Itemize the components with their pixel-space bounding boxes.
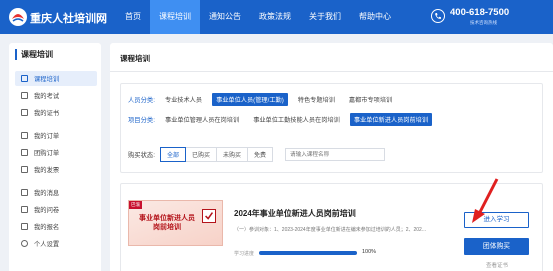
sidebar-item-personal-settings[interactable]: 个人设置 (15, 236, 97, 251)
tab-not-purchased[interactable]: 未购买 (215, 147, 248, 162)
sidebar-item-label: 我的订单 (34, 133, 60, 140)
thumbnail-text: 事业单位新进人员 岗前培训 (137, 214, 197, 232)
invoice-icon (21, 166, 28, 173)
annotation-arrow-icon (472, 178, 499, 223)
nav-home[interactable]: 首页 (116, 0, 150, 34)
sidebar-item-my-messages[interactable]: 我的消息 (15, 185, 97, 200)
status-filter-row: 购买状态: 全部 已购买 未购买 免费 (128, 147, 385, 162)
main-panel: 课程培训 人员分类: 专业技术人员 事业单位人员(管理/工勤) 特色专题培训 嘉… (110, 43, 553, 271)
sidebar-item-label: 课程培训 (34, 76, 60, 83)
filter-option-public-institution[interactable]: 事业单位人员(管理/工勤) (212, 93, 288, 106)
hotline-label: 技术咨询热线 (470, 20, 497, 25)
sidebar-item-my-certificates[interactable]: 我的证书 (15, 105, 97, 120)
site-brand[interactable]: 重庆人社培训网 (30, 10, 107, 26)
group-purchase-button[interactable]: 团体购买 (464, 238, 529, 255)
course-thumbnail[interactable]: 巴渝 事业单位新进人员 岗前培训 (128, 200, 223, 246)
sidebar-item-label: 我的考试 (34, 93, 60, 100)
course-title[interactable]: 2024年事业单位新进人员岗前培训 (234, 208, 356, 219)
filter-option-worker-training[interactable]: 事业单位工勤技能人员在岗培训 (249, 113, 344, 126)
page-title: 课程培训 (120, 54, 150, 63)
tab-all[interactable]: 全部 (159, 147, 186, 162)
personnel-filter-label: 人员分类: (128, 97, 155, 104)
progress-percent: 100% (362, 249, 377, 255)
course-description: （一）参训对象：1、2023-2024年度事业单位新进在编未参加过培训的人员；2… (234, 227, 426, 233)
filter-option-professional[interactable]: 专业技术人员 (161, 93, 206, 106)
thumbnail-line-2: 岗前培训 (153, 223, 181, 231)
sidebar-item-label: 我的问卷 (34, 207, 60, 214)
nav-policies[interactable]: 政策法规 (250, 0, 300, 34)
thumbnail-badge: 巴渝 (129, 201, 142, 209)
progress-bar (259, 251, 357, 255)
sidebar-item-label: 我的发票 (34, 167, 60, 174)
progress-fill (259, 251, 357, 255)
sidebar-item-course-training[interactable]: 课程培训 (15, 71, 97, 86)
status-filter-label: 购买状态: (128, 152, 155, 159)
logo-icon (9, 8, 27, 26)
thumbnail-line-1: 事业单位新进人员 (139, 214, 195, 222)
status-tabs: 全部 已购买 未购买 免费 (159, 147, 273, 162)
nav-help[interactable]: 帮助中心 (350, 0, 400, 34)
signup-icon (21, 223, 28, 230)
exam-icon (21, 92, 28, 99)
phone-icon (431, 9, 445, 23)
nav-about[interactable]: 关于我们 (300, 0, 350, 34)
sidebar-item-label: 团购订单 (34, 150, 60, 157)
filter-panel: 人员分类: 专业技术人员 事业单位人员(管理/工勤) 特色专题培训 嘉都市专项培… (120, 83, 543, 173)
sidebar-title: 课程培训 (15, 49, 53, 60)
sidebar-item-my-signups[interactable]: 我的报名 (15, 219, 97, 234)
sidebar-item-group-orders[interactable]: 团购订单 (15, 145, 97, 160)
sidebar-item-label: 我的消息 (34, 190, 60, 197)
filter-option-management-training[interactable]: 事业单位管理人员在岗培训 (161, 113, 243, 126)
top-navigation-bar: 重庆人社培训网 首页 课程培训 通知公告 政策法规 关于我们 帮助中心 400-… (0, 0, 553, 34)
checkbox-emblem-icon (202, 209, 216, 223)
main-nav: 首页 课程培训 通知公告 政策法规 关于我们 帮助中心 (116, 0, 400, 34)
personnel-filter-row: 人员分类: 专业技术人员 事业单位人员(管理/工勤) 特色专题培训 嘉都市专项培… (128, 93, 402, 106)
hotline-number: 400-618-7500 (450, 7, 510, 18)
group-order-icon (21, 149, 28, 156)
message-icon (21, 189, 28, 196)
monitor-icon (21, 75, 28, 82)
sidebar-item-my-surveys[interactable]: 我的问卷 (15, 202, 97, 217)
filter-option-city-special[interactable]: 嘉都市专项培训 (345, 93, 396, 106)
project-filter-label: 项目分类: (128, 117, 155, 124)
user-settings-icon (21, 240, 28, 247)
filter-option-special-topic[interactable]: 特色专题培训 (294, 93, 339, 106)
tab-purchased[interactable]: 已购买 (184, 147, 217, 162)
nav-course-training[interactable]: 课程培训 (150, 0, 200, 34)
sidebar: 课程培训 课程培训 我的考试 我的证书 我的订单 团购订单 我的发票 我的消息 … (9, 43, 101, 271)
course-search-input[interactable] (285, 148, 385, 161)
survey-icon (21, 206, 28, 213)
sidebar-item-my-invoices[interactable]: 我的发票 (15, 162, 97, 177)
title-divider (110, 71, 553, 72)
sidebar-item-label: 个人设置 (34, 241, 60, 248)
order-icon (21, 132, 28, 139)
progress-label: 学习进度 (234, 251, 255, 257)
sidebar-item-label: 我的报名 (34, 224, 60, 231)
nav-notices[interactable]: 通知公告 (200, 0, 250, 34)
tab-free[interactable]: 免费 (246, 147, 273, 162)
filter-option-new-hire-training[interactable]: 事业单位新进人员岗前培训 (349, 113, 433, 126)
view-certificate-link[interactable]: 查看证书 (486, 261, 508, 269)
sidebar-menu: 课程培训 我的考试 我的证书 我的订单 团购订单 我的发票 我的消息 我的问卷 … (15, 71, 97, 253)
certificate-icon (21, 109, 28, 116)
sidebar-item-label: 我的证书 (34, 110, 60, 117)
project-filter-row: 项目分类: 事业单位管理人员在岗培训 事业单位工勤技能人员在岗培训 事业单位新进… (128, 113, 438, 126)
sidebar-item-my-exams[interactable]: 我的考试 (15, 88, 97, 103)
sidebar-item-my-orders[interactable]: 我的订单 (15, 128, 97, 143)
